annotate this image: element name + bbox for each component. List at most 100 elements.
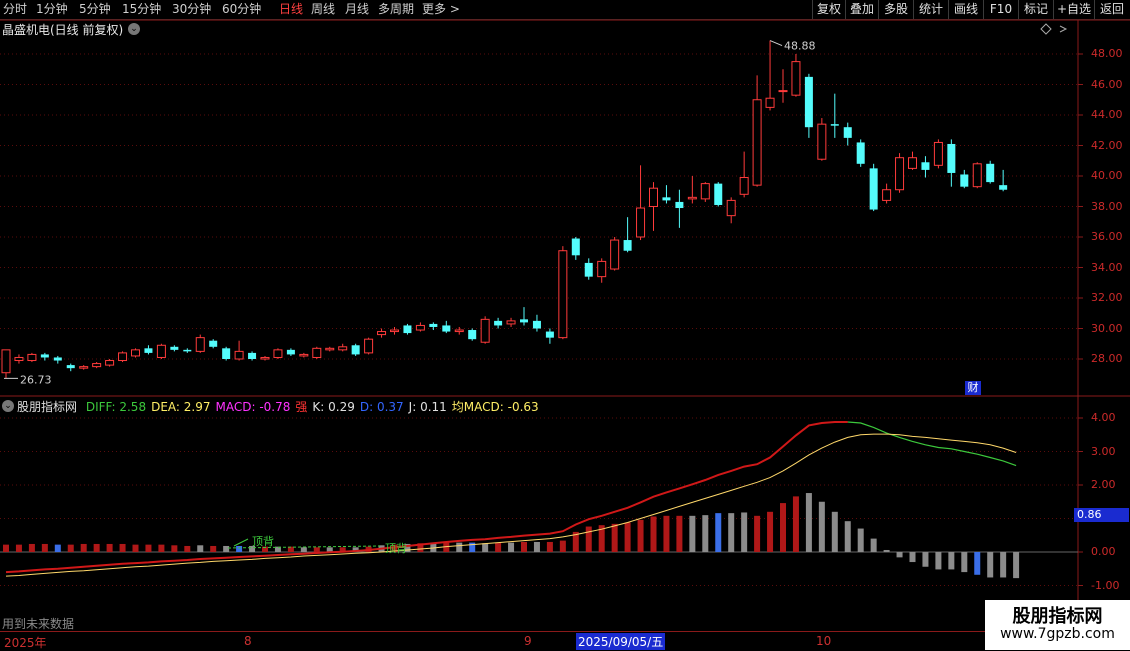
candle-body-down [986,163,995,183]
indicator-value-0: DIFF: 2.58 [85,400,147,414]
candle-body-down [222,348,231,359]
macd-bar [106,543,113,552]
top-divergence-label: 顶背 [385,541,407,555]
macd-bar [650,516,657,552]
candle-body-down [468,330,477,340]
macd-bar [223,545,230,552]
candle-body-up [325,347,335,351]
candle-body-down [403,325,412,334]
macd-bar [728,513,735,552]
indicator-value-4: K: 0.29 [312,400,355,414]
candle-body-down [947,143,956,173]
candle-body-down [960,174,969,187]
candle-body-up [765,97,775,108]
macd-bar [818,501,825,552]
dea-line [5,433,1017,577]
candle-body-up [454,329,464,333]
candle-body-up [27,353,37,362]
macd-tick-label: -1.00 [1091,578,1120,592]
candle-body-up [364,338,374,354]
macd-bar [41,543,48,552]
high-price-label: 48.88 [784,40,816,53]
macd-bar [300,547,307,552]
macd-bar [171,545,178,552]
macd-bar [922,552,929,567]
candle-body-up [118,352,128,362]
indicator-header: 股朋指标网 DIFF: 2.58 DEA: 2.97 MACD: -0.78 强 K: … [17,398,539,415]
macd-bar [909,552,916,563]
candle-body-down [532,320,541,329]
candle-body-up [14,356,24,362]
macd-bar [780,503,786,552]
price-tick-label: 44.00 [1091,108,1123,121]
candle-body-down [144,348,153,353]
candle-body-up [700,183,710,200]
candle-body-down [351,345,360,355]
indicator-value-7: 均MACD: -0.63 [451,400,539,414]
macd-bar [676,515,683,552]
candle-body-down [170,346,179,350]
top-divergence-label: 顶背 [252,534,274,548]
candle-body-down [714,183,723,205]
macd-bar [521,541,527,552]
macd-bar [715,513,722,552]
indicator-name[interactable]: 股朋指标网 [17,400,77,414]
candle-body-up [895,157,905,191]
candle-body-up [908,157,917,169]
indicator-value-2: MACD: -0.78 [215,400,291,414]
macd-bar [870,538,877,552]
financial-badge[interactable]: 财 [965,381,981,395]
candle-body-up [390,329,399,333]
candle-body-up [636,207,646,238]
date-label-year: 2025年 [4,636,47,650]
macd-bar [184,545,191,552]
candle-body-up [105,360,115,366]
candle-body-up [195,337,205,352]
macd-bar [132,544,139,552]
macd-bar [197,545,204,552]
diamond-icon [1040,23,1052,35]
price-tick-label: 34.00 [1091,260,1123,274]
price-tick-label: 40.00 [1091,169,1123,182]
high-pointer [769,40,783,47]
candle-body-down [209,340,218,347]
stock-chart[interactable]: 48.8826.73顶背顶背 [0,0,1130,650]
candle-body-up [972,163,982,188]
macd-bar [533,541,540,552]
candle-body-down [494,320,503,326]
macd-bar [210,545,217,552]
macd-tick-label: 4.00 [1091,411,1116,424]
macd-bar [67,544,74,552]
macd-bar [611,523,618,552]
candle-body-up [260,356,270,360]
macd-bar [948,552,955,570]
dif-line [5,421,848,574]
price-tick-label: 48.00 [1091,47,1123,60]
indicator-value-3: 强 [295,400,308,414]
candle-body-up [299,353,309,357]
candle-body-up [480,318,490,343]
macd-bar [158,544,165,552]
macd-bar [80,543,87,552]
candle-body-up [156,344,166,358]
future-data-note: 用到未来数据 [2,617,75,631]
date-axis: 2025年 8 9 10 2025/09/05/五 [0,631,1078,651]
price-tick-label: 38.00 [1091,199,1123,213]
macd-bar [741,512,748,552]
candle-body-up [726,199,736,217]
candle-body-up [817,123,827,160]
candle-body-up [79,366,89,369]
candle-body-up [778,90,788,93]
macd-bar [805,493,812,552]
indicator-chevron-icon[interactable]: ⌄ [2,400,14,412]
macd-bar [1000,552,1007,578]
macd-tick-label: 3.00 [1091,444,1116,458]
price-tick-label: 46.00 [1091,77,1123,91]
cursor-date-label: 2025/09/05/五 [576,633,666,650]
macd-bar [896,552,903,558]
macd-bar [546,541,553,552]
macd-tick-label: 0.00 [1091,545,1116,558]
watermark-url: www.7gpzb.com [1000,626,1115,642]
macd-bar [844,521,851,552]
candle-body-down [286,349,295,355]
